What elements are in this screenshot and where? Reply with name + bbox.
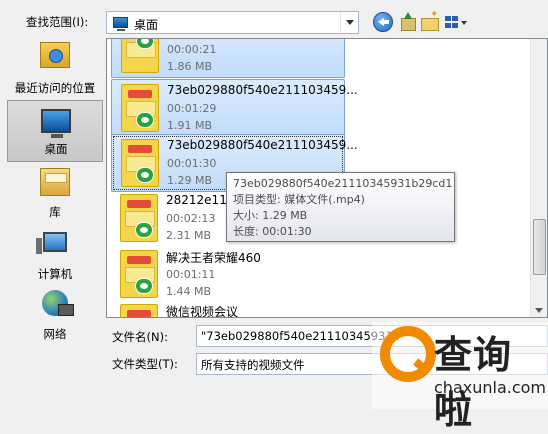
desktop-small-icon: [113, 17, 128, 31]
watermark: 查询啦 chaxunla.com: [372, 322, 548, 432]
look-in-label: 查找范围(I):: [26, 15, 89, 29]
library-icon: [40, 168, 70, 196]
file-size: 1.91 MB: [167, 119, 213, 132]
recent-places-icon: [40, 42, 70, 68]
new-folder-icon[interactable]: [420, 9, 440, 32]
file-size: 1.86 MB: [167, 60, 213, 73]
file-name-label: 文件名(N):: [112, 330, 168, 344]
place-label: 网络: [43, 327, 67, 341]
place-recent[interactable]: 最近访问的位置: [7, 38, 103, 100]
tooltip-item-type: 项目类型: 媒体文件(.mp4): [233, 193, 365, 206]
file-item[interactable]: 73eb029880f540e211103459... 00:01:29 1.9…: [111, 79, 358, 137]
file-duration: 00:01:29: [167, 102, 217, 115]
places-bar: 最近访问的位置 桌面 库 计算机 网络: [7, 38, 103, 344]
file-name: 解决王者荣耀460: [166, 251, 261, 265]
vertical-scrollbar[interactable]: [530, 39, 547, 317]
scroll-down-arrow-icon[interactable]: [535, 308, 543, 313]
tooltip-size: 大小: 1.29 MB: [233, 209, 308, 222]
view-menu-icon[interactable]: [444, 12, 470, 32]
wechat-icon: [135, 222, 153, 238]
video-thumbnail-icon: [120, 304, 158, 317]
place-label: 计算机: [37, 267, 73, 281]
file-type-label: 文件类型(T):: [112, 357, 178, 371]
file-duration: 00:01:30: [167, 157, 217, 170]
file-duration: 00:02:13: [166, 212, 216, 225]
file-size: 2.31 MB: [166, 229, 212, 242]
place-network[interactable]: 网络: [7, 284, 103, 346]
file-name: 73eb029880f540e211103459...: [167, 83, 358, 97]
place-desktop[interactable]: 桌面: [7, 100, 103, 162]
wechat-icon: [136, 112, 154, 128]
look-in-dropdown[interactable]: 桌面: [106, 11, 359, 34]
file-item[interactable]: 00:00:21 1.86 MB: [111, 39, 345, 78]
scrollbar-thumb[interactable]: [533, 219, 546, 275]
up-folder-icon[interactable]: [398, 12, 418, 32]
tooltip-file-name: 73eb029880f540e21110345931b29cd1: [233, 177, 453, 190]
wechat-icon: [135, 278, 153, 294]
search-logo-icon: [380, 326, 436, 382]
file-size: 1.29 MB: [167, 174, 213, 187]
tooltip-length: 长度: 00:01:30: [233, 225, 312, 238]
look-in-value: 桌面: [134, 18, 159, 32]
wechat-icon: [136, 167, 154, 183]
place-library[interactable]: 库: [7, 162, 103, 224]
file-name: 73eb029880f540e211103459...: [167, 138, 358, 152]
top-toolbar: 查找范围(I): 桌面: [0, 0, 548, 38]
place-label: 库: [49, 205, 61, 219]
file-info-tooltip: 73eb029880f540e21110345931b29cd1 项目类型: 媒…: [226, 172, 455, 242]
back-arrow-icon[interactable]: [373, 12, 393, 32]
network-icon: [42, 290, 74, 316]
place-computer[interactable]: 计算机: [7, 224, 103, 286]
file-name: 微信视频会议: [166, 305, 239, 318]
file-size: 1.44 MB: [166, 285, 212, 298]
file-item[interactable]: 解决王者荣耀460 00:01:11 1.44 MB: [111, 246, 345, 304]
desktop-icon: [41, 109, 71, 138]
file-item[interactable]: 微信视频会议: [111, 300, 345, 318]
computer-icon: [36, 232, 67, 254]
watermark-url: chaxunla.com: [434, 378, 546, 397]
chevron-down-icon[interactable]: [340, 12, 358, 33]
file-duration: 00:01:11: [166, 268, 216, 281]
file-duration: 00:00:21: [167, 43, 217, 56]
place-label: 最近访问的位置: [14, 81, 96, 95]
place-label: 桌面: [44, 142, 68, 156]
